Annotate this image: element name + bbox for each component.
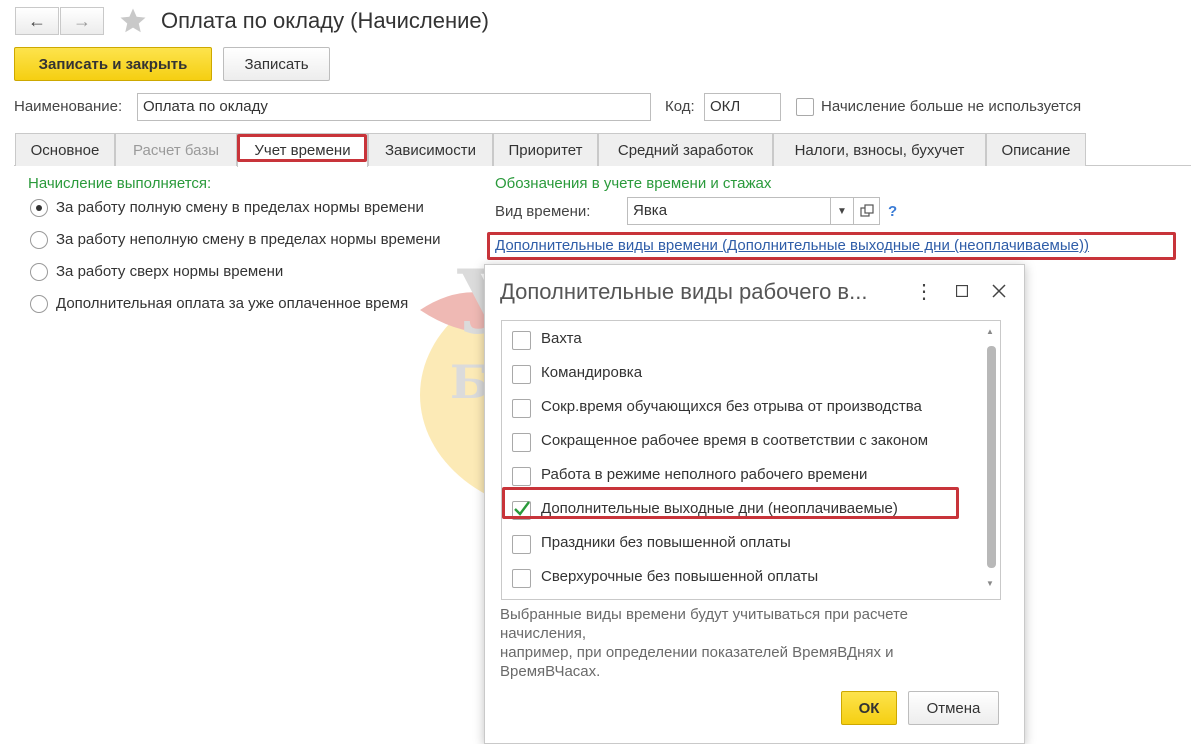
item-label: Вахта bbox=[541, 330, 582, 347]
radio-overtime-label: За работу сверх нормы времени bbox=[56, 263, 284, 280]
time-kind-open-button[interactable] bbox=[853, 197, 880, 225]
radio-additional-pay[interactable] bbox=[30, 295, 48, 313]
name-label: Наименование: bbox=[14, 98, 123, 115]
item-checkbox[interactable] bbox=[512, 331, 531, 350]
item-checkbox[interactable] bbox=[512, 467, 531, 486]
list-item[interactable]: Сокращенное рабочее время в соответствии… bbox=[512, 426, 982, 460]
radio-partial-shift-label: За работу неполную смену в пределах норм… bbox=[56, 231, 441, 248]
dialog-note: Выбранные виды времени будут учитываться… bbox=[500, 605, 1000, 681]
radio-additional-pay-label: Дополнительная оплата за уже оплаченное … bbox=[56, 295, 409, 312]
name-field[interactable]: Оплата по окладу bbox=[137, 93, 651, 121]
time-designations-title: Обозначения в учете времени и стажах bbox=[495, 175, 772, 192]
code-label: Код: bbox=[665, 98, 695, 115]
accrual-section-title: Начисление выполняется: bbox=[28, 175, 212, 192]
item-label: Сокращенное рабочее время в соответствии… bbox=[541, 432, 929, 449]
list-item-selected[interactable]: Дополнительные выходные дни (неоплачивае… bbox=[512, 494, 982, 528]
arrow-left-icon: ← bbox=[28, 10, 46, 31]
tab-average-earnings[interactable]: Средний заработок bbox=[598, 133, 773, 166]
item-checkbox[interactable] bbox=[512, 433, 531, 452]
additional-time-kinds-link[interactable]: Дополнительные виды времени (Дополнитель… bbox=[495, 237, 1089, 254]
note-line: начисления, bbox=[500, 625, 587, 642]
list-item[interactable]: Сверхурочные без повышенной оплаты bbox=[512, 562, 982, 596]
maximize-icon[interactable] bbox=[951, 279, 973, 303]
item-checkbox[interactable] bbox=[512, 365, 531, 384]
close-icon[interactable] bbox=[988, 279, 1010, 303]
item-checkbox[interactable] bbox=[512, 399, 531, 418]
unused-label: Начисление больше не используется bbox=[821, 98, 1082, 115]
list-item[interactable]: Работа в режиме неполного рабочего време… bbox=[512, 460, 982, 494]
arrow-right-icon: → bbox=[73, 10, 91, 31]
item-label: Работа в режиме неполного рабочего време… bbox=[541, 466, 868, 483]
time-kinds-list: Вахта Командировка Сокр.время обучающихс… bbox=[501, 320, 1001, 600]
list-item[interactable]: Командировка bbox=[512, 358, 982, 392]
note-line: ВремяВЧасах. bbox=[500, 663, 601, 680]
unused-checkbox[interactable] bbox=[796, 98, 814, 116]
tab-taxes[interactable]: Налоги, взносы, бухучет bbox=[773, 133, 986, 166]
page-title: Оплата по окладу (Начисление) bbox=[161, 8, 489, 33]
tab-priority[interactable]: Приоритет bbox=[493, 133, 598, 166]
list-item[interactable]: Вахта bbox=[512, 324, 982, 358]
cancel-button[interactable]: Отмена bbox=[908, 691, 999, 725]
item-checkbox[interactable] bbox=[512, 535, 531, 554]
item-checkbox-checked[interactable] bbox=[512, 501, 531, 520]
scroll-up-icon[interactable]: ▲ bbox=[986, 327, 994, 336]
item-label: Праздники без повышенной оплаты bbox=[541, 534, 791, 551]
list-item[interactable]: Праздники без повышенной оплаты bbox=[512, 528, 982, 562]
forward-button[interactable]: → bbox=[60, 7, 104, 35]
radio-full-shift[interactable] bbox=[30, 199, 48, 217]
radio-overtime[interactable] bbox=[30, 263, 48, 281]
item-label: Сокр.время обучающихся без отрыва от про… bbox=[541, 398, 922, 415]
radio-partial-shift[interactable] bbox=[30, 231, 48, 249]
note-line: например, при определении показателей Вр… bbox=[500, 644, 894, 661]
note-line: Выбранные виды времени будут учитываться… bbox=[500, 606, 909, 623]
item-label: Дополнительные выходные дни (неоплачивае… bbox=[541, 500, 898, 517]
additional-time-kinds-dialog: Дополнительные виды рабочего в... ⋮ Вахт… bbox=[484, 264, 1025, 744]
time-kind-label: Вид времени: bbox=[495, 203, 591, 220]
open-window-icon bbox=[859, 204, 874, 217]
code-field[interactable]: ОКЛ bbox=[704, 93, 781, 121]
item-label: Сверхурочные без повышенной оплаты bbox=[541, 568, 819, 585]
tab-base-calc[interactable]: Расчет базы bbox=[115, 133, 237, 166]
item-label: Командировка bbox=[541, 364, 643, 381]
list-item[interactable]: Сокр.время обучающихся без отрыва от про… bbox=[512, 392, 982, 426]
tab-dependencies[interactable]: Зависимости bbox=[368, 133, 493, 166]
save-button[interactable]: Записать bbox=[223, 47, 330, 81]
save-and-close-button[interactable]: Записать и закрыть bbox=[14, 47, 212, 81]
tab-description[interactable]: Описание bbox=[986, 133, 1086, 166]
radio-full-shift-label: За работу полную смену в пределах нормы … bbox=[56, 199, 424, 216]
star-icon[interactable] bbox=[118, 6, 148, 36]
time-kind-field[interactable]: Явка bbox=[627, 197, 831, 225]
dialog-title: Дополнительные виды рабочего в... bbox=[500, 279, 868, 304]
tab-time-accounting[interactable]: Учет времени bbox=[237, 133, 368, 167]
help-icon[interactable]: ? bbox=[888, 203, 897, 220]
tab-main[interactable]: Основное bbox=[15, 133, 115, 166]
item-checkbox[interactable] bbox=[512, 569, 531, 588]
back-button[interactable]: ← bbox=[15, 7, 59, 35]
checkmark-icon bbox=[514, 501, 530, 516]
more-menu-icon[interactable]: ⋮ bbox=[913, 279, 935, 303]
scroll-down-icon[interactable]: ▼ bbox=[986, 579, 994, 588]
ok-button[interactable]: ОК bbox=[841, 691, 897, 725]
caret-down-icon: ▼ bbox=[837, 205, 847, 217]
time-kind-dropdown-button[interactable]: ▼ bbox=[830, 197, 854, 225]
scrollbar[interactable] bbox=[987, 346, 996, 568]
